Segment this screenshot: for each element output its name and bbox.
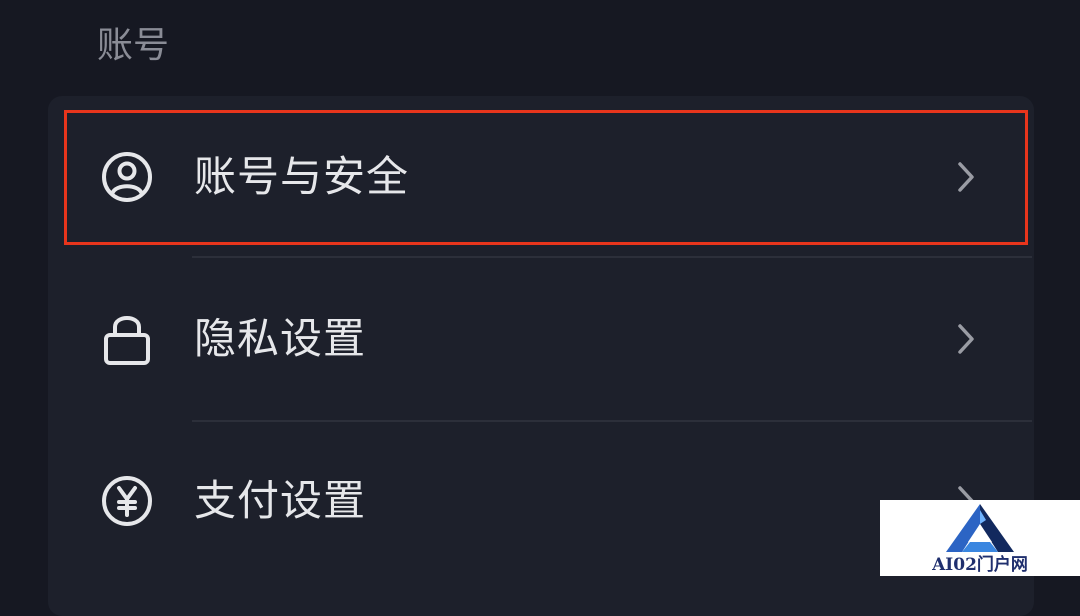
- watermark: AI02门户网: [880, 500, 1080, 576]
- highlight-box: [64, 110, 1028, 245]
- watermark-text: AI02门户网: [932, 555, 1028, 575]
- settings-row-label: 隐私设置: [194, 314, 367, 363]
- chevron-right-icon: [954, 319, 978, 359]
- a-logo-icon: [938, 502, 1022, 554]
- settings-row-privacy[interactable]: 隐私设置: [48, 258, 1034, 420]
- yen-circle-icon: [100, 474, 154, 528]
- settings-row-label: 支付设置: [194, 476, 367, 525]
- lock-icon: [100, 312, 154, 366]
- section-title: 账号: [97, 25, 170, 66]
